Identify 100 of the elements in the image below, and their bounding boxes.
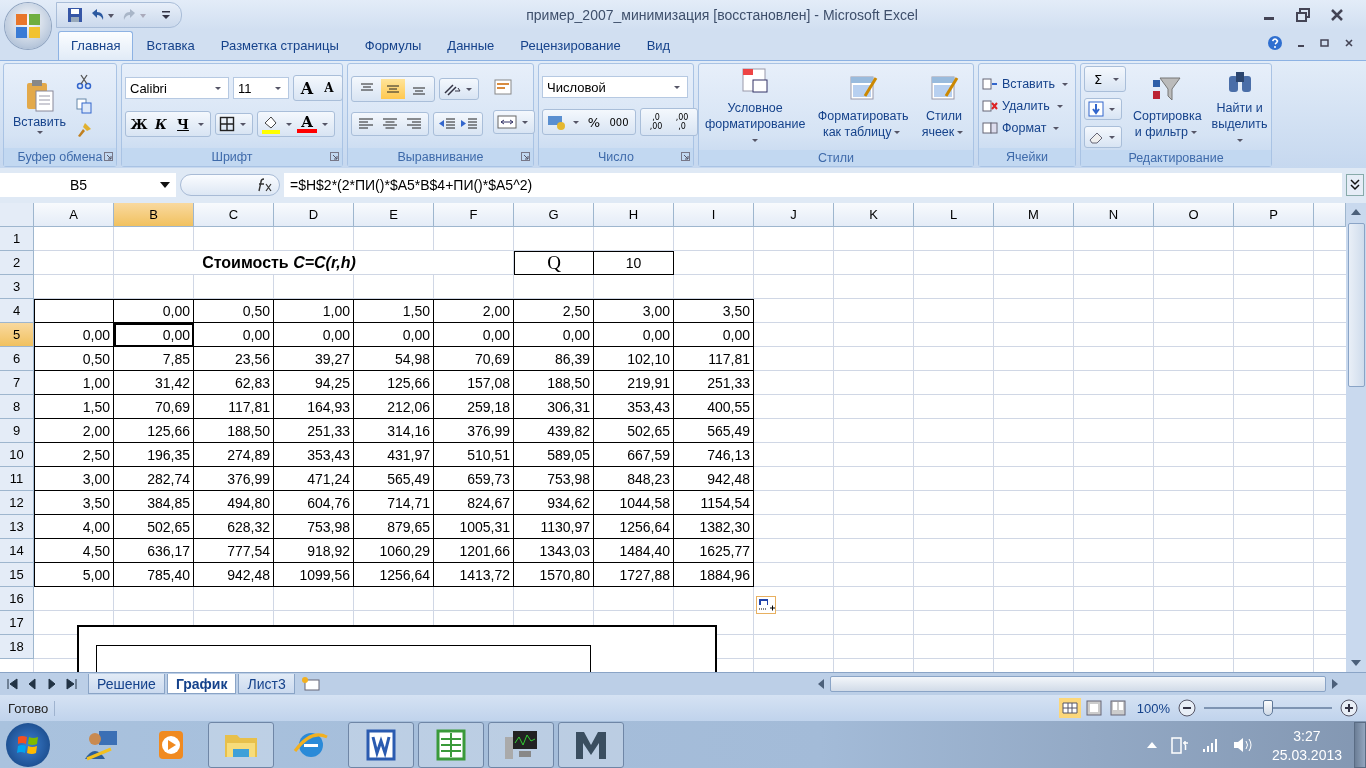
zoom-out-icon[interactable] <box>1178 699 1196 717</box>
column-header[interactable]: H <box>594 203 674 227</box>
scroll-left-icon[interactable] <box>816 678 826 690</box>
row-header[interactable]: 7 <box>0 371 34 395</box>
font-size-field[interactable]: 11 <box>233 77 289 99</box>
fx-icon[interactable] <box>257 177 273 192</box>
power-icon[interactable] <box>1169 735 1190 755</box>
ribbon-tab[interactable]: Вставка <box>133 31 208 60</box>
new-sheet-icon[interactable] <box>300 676 321 692</box>
styles-button[interactable]: Условное форматирование <box>702 66 809 148</box>
orientation-icon[interactable] <box>443 81 461 97</box>
copy-icon[interactable] <box>76 98 92 114</box>
dialog-launcher-icon[interactable] <box>521 152 530 161</box>
column-header[interactable]: M <box>994 203 1074 227</box>
taskbar-button[interactable] <box>348 722 414 768</box>
dialog-launcher-icon[interactable] <box>104 152 113 161</box>
sort-filter-button[interactable]: Сортировка и фильтр <box>1130 74 1205 140</box>
number-format-field[interactable]: Числовой <box>542 76 688 98</box>
scroll-up-icon[interactable] <box>1350 207 1362 217</box>
column-header[interactable]: P <box>1234 203 1314 227</box>
formula-field[interactable]: =$H$2*(2*ПИ()*$A5*B$4+ПИ()*$A5^2) <box>284 172 1342 197</box>
row-header[interactable]: 15 <box>0 563 34 587</box>
help-icon[interactable] <box>1268 36 1282 50</box>
taskbar-button[interactable] <box>558 722 624 768</box>
save-icon[interactable] <box>67 7 83 23</box>
fill-color-icon[interactable] <box>261 114 281 134</box>
font-name-field[interactable]: Calibri <box>125 77 229 99</box>
wrap-text-icon[interactable] <box>493 78 513 96</box>
scrollbar-thumb[interactable] <box>830 676 1326 692</box>
percent-button[interactable]: % <box>584 112 604 132</box>
column-header[interactable]: A <box>34 203 114 227</box>
scissors-icon[interactable] <box>76 74 92 90</box>
row-header[interactable]: 10 <box>0 443 34 467</box>
column-header[interactable]: O <box>1154 203 1234 227</box>
slider-thumb[interactable] <box>1263 700 1273 716</box>
column-header[interactable]: I <box>674 203 754 227</box>
currency-icon[interactable] <box>546 113 568 131</box>
column-header[interactable]: D <box>274 203 354 227</box>
row-header[interactable]: 9 <box>0 419 34 443</box>
sheet-nav-icon[interactable] <box>46 678 58 690</box>
restore-icon[interactable] <box>1296 8 1310 22</box>
sheet-nav-icon[interactable] <box>26 678 38 690</box>
styles-button[interactable]: Форматировать как таблицу <box>812 74 914 140</box>
row-header[interactable]: 18 <box>0 635 34 659</box>
column-header[interactable]: F <box>434 203 514 227</box>
column-header[interactable]: L <box>914 203 994 227</box>
office-button[interactable] <box>5 3 51 49</box>
ribbon-tab[interactable]: Формулы <box>351 31 435 60</box>
signal-icon[interactable] <box>1201 737 1220 753</box>
underline-button[interactable]: Ч <box>173 114 193 134</box>
scrollbar-thumb[interactable] <box>1347 223 1365 387</box>
column-header[interactable]: J <box>754 203 834 227</box>
sheet-nav-icon[interactable] <box>6 678 18 690</box>
sheet-tab[interactable]: График <box>166 674 237 694</box>
column-header[interactable]: C <box>194 203 274 227</box>
decimal-button[interactable]: ,0 ,00 <box>644 111 668 133</box>
borders-icon[interactable] <box>219 116 235 132</box>
start-button[interactable] <box>6 723 50 767</box>
taskbar-button[interactable] <box>488 722 554 768</box>
row-header[interactable]: 17 <box>0 611 34 635</box>
row-header[interactable]: 1 <box>0 227 34 251</box>
ribbon-tab[interactable]: Вид <box>633 31 684 60</box>
scroll-right-icon[interactable] <box>1330 678 1340 690</box>
styles-button[interactable]: Стили ячеек <box>917 74 970 140</box>
row-header[interactable]: 8 <box>0 395 34 419</box>
column-header[interactable]: G <box>514 203 594 227</box>
thousands-button[interactable]: 000 <box>606 112 632 132</box>
dialog-launcher-icon[interactable] <box>330 152 339 161</box>
font-color-button[interactable]: A <box>297 115 317 133</box>
close-icon[interactable] <box>1344 38 1354 48</box>
cells-button[interactable]: Формат <box>982 121 1071 135</box>
paste-button[interactable]: Вставить <box>7 78 72 134</box>
ribbon-tab[interactable]: Данные <box>434 31 508 60</box>
volume-icon[interactable] <box>1231 736 1254 754</box>
column-header[interactable]: B <box>114 203 194 227</box>
brush-icon[interactable] <box>76 122 92 138</box>
sheet-tab[interactable]: Лист3 <box>238 674 295 694</box>
row-header[interactable]: 13 <box>0 515 34 539</box>
paste-options-icon[interactable] <box>756 596 776 614</box>
row-header[interactable]: 14 <box>0 539 34 563</box>
cells-button[interactable]: Удалить <box>982 99 1071 113</box>
expand-icon[interactable] <box>1346 173 1364 196</box>
row-header[interactable]: 2 <box>0 251 34 275</box>
column-header[interactable]: K <box>834 203 914 227</box>
column-header[interactable]: N <box>1074 203 1154 227</box>
shrink-font-button[interactable]: A <box>319 78 339 98</box>
sheet-tab[interactable]: Решение <box>88 674 165 694</box>
ribbon-tab[interactable]: Главная <box>58 31 134 60</box>
row-header[interactable]: 5 <box>0 323 34 347</box>
name-box[interactable]: B5 <box>0 172 176 197</box>
column-header[interactable]: E <box>354 203 434 227</box>
customize-icon[interactable] <box>161 9 171 21</box>
vertical-align-button[interactable] <box>381 79 405 99</box>
zoom-in-icon[interactable] <box>1340 699 1358 717</box>
normal-view-icon[interactable] <box>1058 698 1081 718</box>
row-header[interactable]: 3 <box>0 275 34 299</box>
row-header[interactable]: 12 <box>0 491 34 515</box>
bold-button[interactable]: Ж <box>129 114 149 134</box>
scroll-down-icon[interactable] <box>1350 658 1362 668</box>
italic-button[interactable]: К <box>151 114 171 134</box>
